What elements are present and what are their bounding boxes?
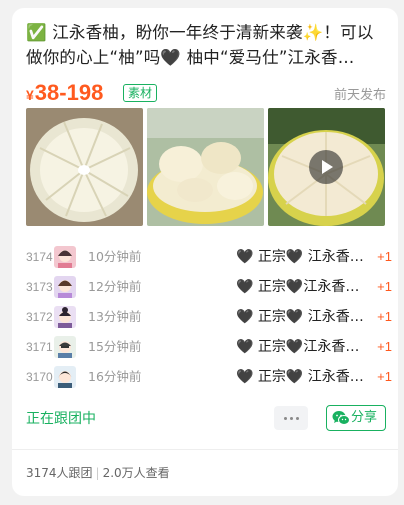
- avatar[interactable]: [54, 276, 76, 298]
- order-time: 12分钟前: [88, 279, 142, 294]
- order-quantity: +1: [377, 369, 392, 384]
- stats-separator: |: [95, 466, 100, 480]
- more-dot-icon: [296, 417, 299, 420]
- order-time: 13分钟前: [88, 309, 142, 324]
- order-number: 3172: [26, 310, 53, 324]
- order-row[interactable]: 3171 15分钟前 🖤 正宗🖤江永香柚… +1: [26, 332, 392, 362]
- more-dot-icon: [284, 417, 287, 420]
- order-number: 3173: [26, 280, 53, 294]
- order-row[interactable]: 3174 10分钟前 🖤 正宗🖤 江永香柚… +1: [26, 242, 392, 272]
- posted-time: 前天发布: [333, 88, 386, 103]
- action-bar: 正在跟团中 分享: [26, 405, 388, 432]
- joined-count: 3174人跟团: [26, 466, 93, 480]
- video-pomelo-half[interactable]: [268, 108, 385, 226]
- price-row: ¥38-198 素材 前天发布: [26, 80, 386, 106]
- order-quantity: +1: [377, 249, 392, 264]
- avatar[interactable]: [54, 306, 76, 328]
- following-status[interactable]: 正在跟团中: [26, 406, 96, 432]
- currency-symbol: ¥: [26, 87, 34, 103]
- order-quantity: +1: [377, 279, 392, 294]
- avatar[interactable]: [54, 366, 76, 388]
- price-range: 38-198: [34, 80, 104, 105]
- order-row[interactable]: 3170 16分钟前 🖤 正宗🖤 江永香… +1: [26, 362, 392, 392]
- order-row[interactable]: 3172 13分钟前 🖤 正宗🖤 江永香… +1: [26, 302, 392, 332]
- material-badge[interactable]: 素材: [123, 84, 158, 102]
- photo-pomelo-segments[interactable]: [147, 108, 264, 226]
- more-dot-icon: [290, 417, 293, 420]
- order-item: 🖤 正宗🖤 江永香…: [236, 309, 364, 325]
- price: ¥38-198: [26, 80, 103, 108]
- order-number: 3170: [26, 370, 53, 384]
- order-time: 16分钟前: [88, 369, 142, 384]
- order-quantity: +1: [377, 339, 392, 354]
- group-buy-card[interactable]: ✅ 江永香柚，盼你一年终于清新来袭✨！可以做你的心上“柚”吗🖤 柚中“爱马仕”江…: [12, 8, 398, 496]
- wechat-icon: [332, 410, 350, 435]
- order-number: 3174: [26, 250, 53, 264]
- divider: [12, 449, 398, 450]
- order-item: 🖤 正宗🖤江永香柚…: [236, 279, 366, 295]
- photo-peeled-pomelo[interactable]: [26, 108, 143, 226]
- order-row[interactable]: 3173 12分钟前 🖤 正宗🖤江永香柚… +1: [26, 272, 392, 302]
- avatar[interactable]: [54, 246, 76, 268]
- more-button[interactable]: [274, 406, 308, 430]
- order-time: 15分钟前: [88, 339, 142, 354]
- image-gallery: [26, 108, 386, 226]
- share-button[interactable]: 分享: [326, 405, 386, 431]
- stats-line: 3174人跟团 | 2.0万人查看: [26, 464, 170, 481]
- order-quantity: +1: [377, 309, 392, 324]
- order-number: 3171: [26, 340, 53, 354]
- order-time: 10分钟前: [88, 249, 142, 264]
- share-label: 分享: [351, 410, 378, 425]
- order-item: 🖤 正宗🖤 江永香柚…: [236, 249, 366, 265]
- post-title[interactable]: ✅ 江永香柚，盼你一年终于清新来袭✨！可以做你的心上“柚”吗🖤 柚中“爱马仕”江…: [26, 20, 386, 70]
- play-video-button[interactable]: [309, 150, 343, 184]
- order-list: 3174 10分钟前 🖤 正宗🖤 江永香柚… +1 3173 12分钟前 🖤 正…: [26, 242, 392, 392]
- view-count: 2.0万人查看: [102, 466, 170, 480]
- order-item: 🖤 正宗🖤江永香柚…: [236, 339, 366, 355]
- avatar[interactable]: [54, 336, 76, 358]
- order-item: 🖤 正宗🖤 江永香…: [236, 369, 364, 385]
